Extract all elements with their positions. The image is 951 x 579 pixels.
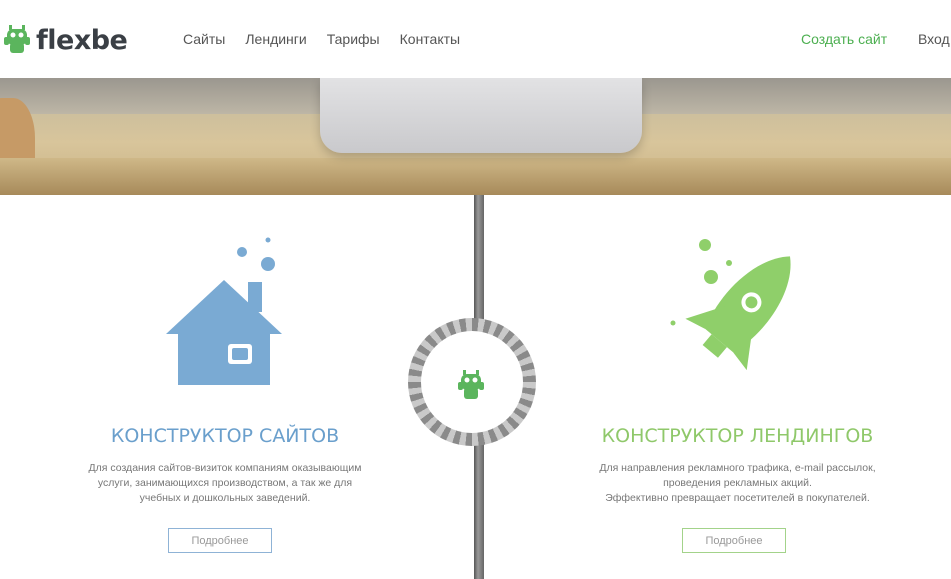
house-icon [166,237,282,385]
login-link[interactable]: Вход [918,31,950,47]
hero-photo [0,78,951,195]
main-nav: Сайты Лендинги Тарифы Контакты [183,31,480,47]
landings-desc-line-1: Для направления рекламного трафика, e-ma… [599,462,876,474]
logo-text: flexbe [36,24,128,56]
create-site-link[interactable]: Создать сайт [801,31,887,47]
nav-item-landings[interactable]: Лендинги [245,31,306,47]
nav-item-contacts[interactable]: Контакты [400,31,460,47]
site-header: flexbe Сайты Лендинги Тарифы Контакты Со… [0,0,951,78]
logo[interactable]: flexbe [4,22,128,58]
sites-builder-section: КОНСТРУКТОР САЙТОВ [40,425,410,447]
sites-desc-line-1: Для создания сайтов-визиток компаниям ок… [88,462,362,474]
sites-desc-line-2: услуги, занимающихся производством, а та… [97,477,353,489]
nav-item-sites[interactable]: Сайты [183,31,225,47]
sites-builder-title: КОНСТРУКТОР САЙТОВ [110,425,340,447]
landings-builder-title: КОНСТРУКТОР ЛЕНДИНГОВ [601,425,874,447]
hero-desk [0,158,951,195]
nav-item-pricing[interactable]: Тарифы [327,31,380,47]
sites-builder-description: Для создания сайтов-визиток компаниям ок… [40,461,410,506]
flexbe-mascot-icon [4,25,30,53]
landings-builder-section: КОНСТРУКТОР ЛЕНДИНГОВ [555,425,920,447]
sites-desc-line-3: учебных и дошкольных заведений. [139,492,311,504]
sites-more-button[interactable]: Подробнее [168,528,272,553]
landings-builder-description: Для направления рекламного трафика, e-ma… [555,461,920,506]
landings-desc-line-2: проведения рекламных акций. [663,477,812,489]
center-mascot-icon [458,370,484,399]
hero-monitor [320,78,642,153]
rocket-icon [670,239,791,371]
landings-more-button[interactable]: Подробнее [682,528,786,553]
landings-desc-line-3: Эффективно превращает посетителей в поку… [605,492,870,504]
